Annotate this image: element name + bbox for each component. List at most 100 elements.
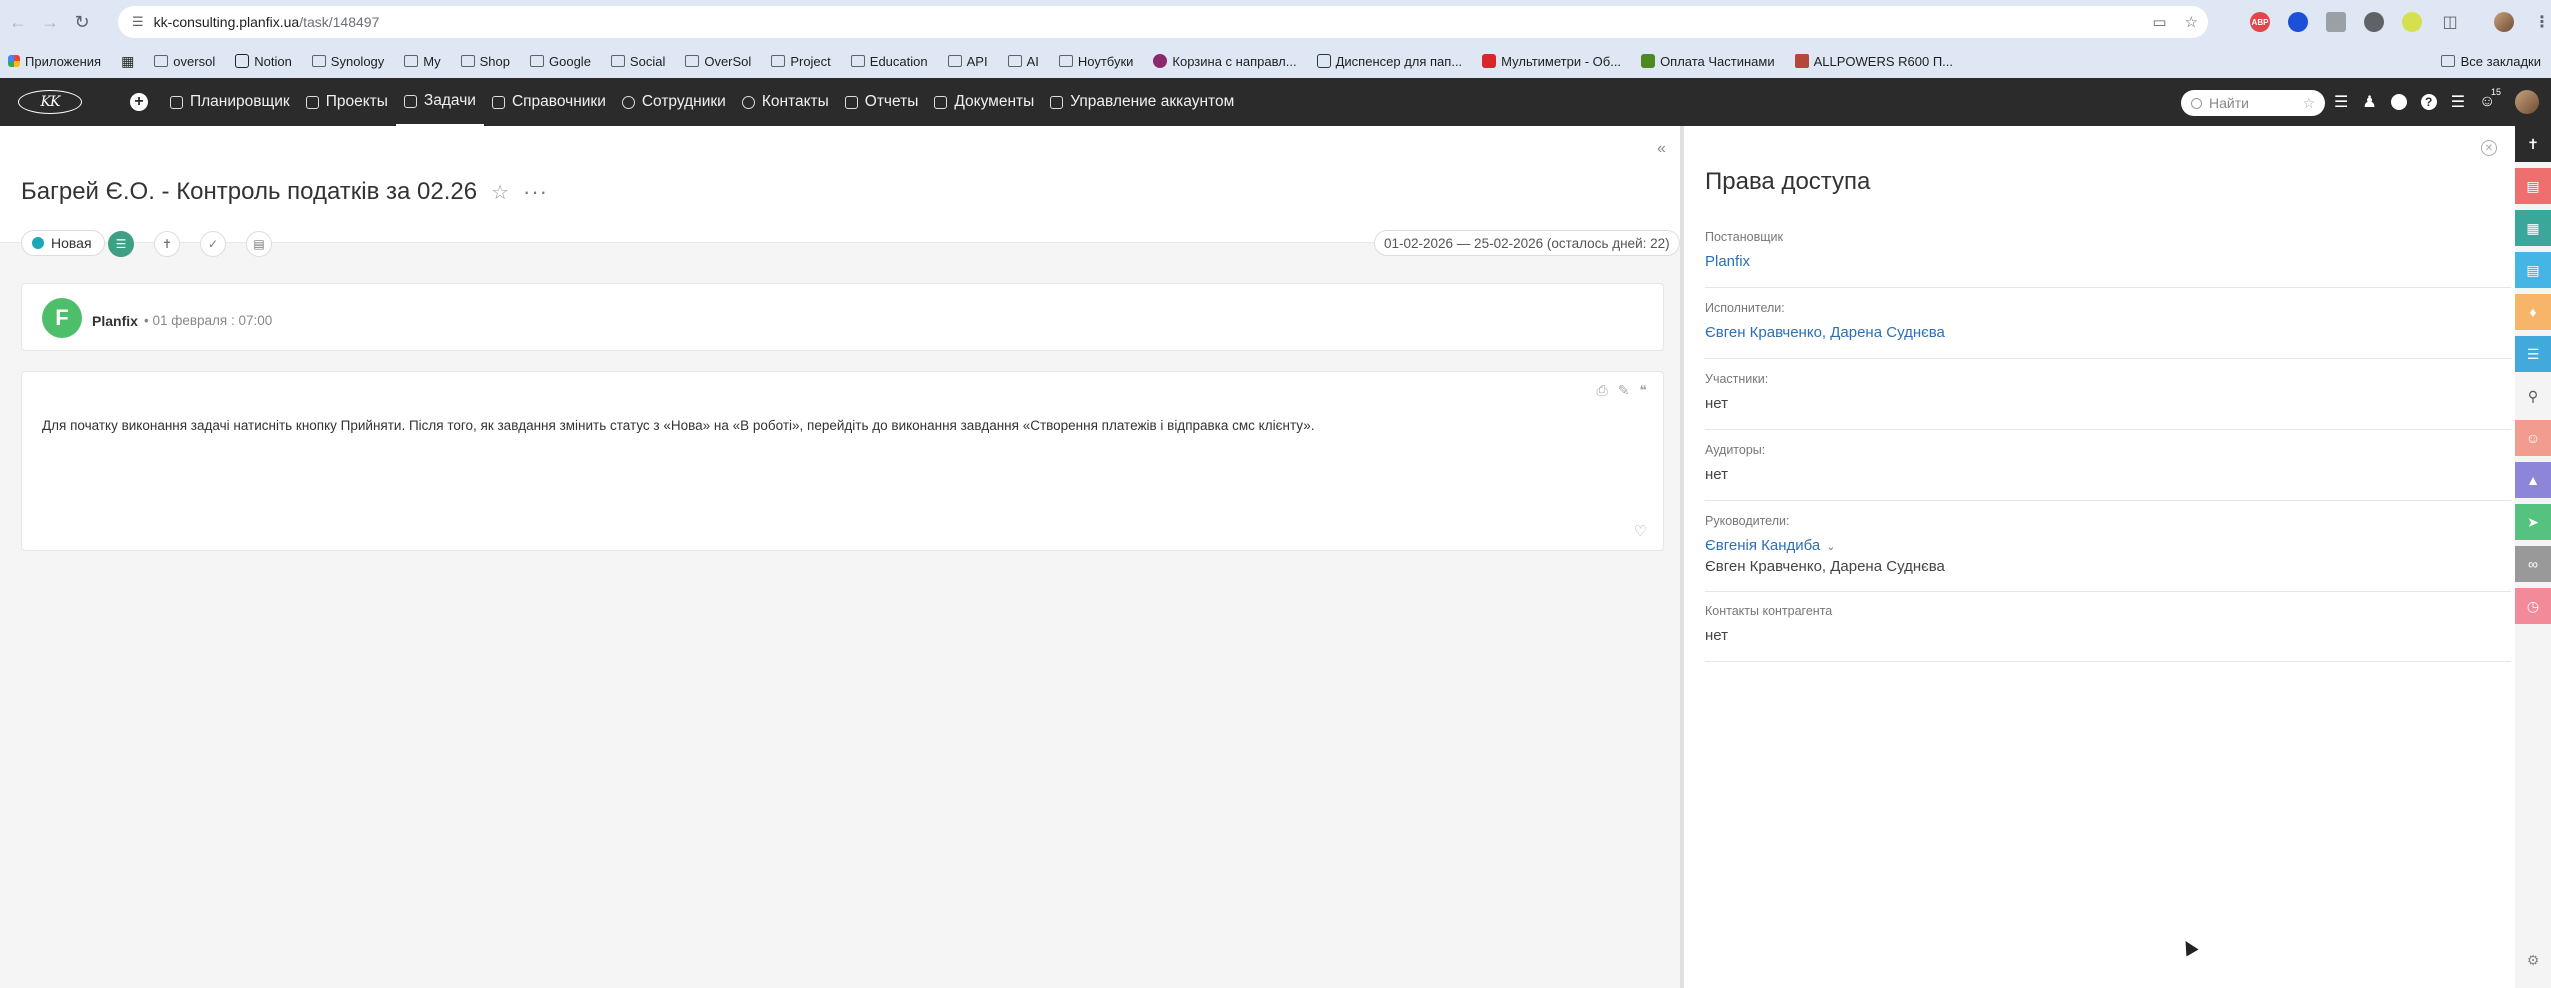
author-name[interactable]: Planfix [92,313,138,329]
checklist-icon[interactable]: ✓ [200,231,226,257]
bookmark-dispenser[interactable]: Диспенсер для пап... [1316,54,1462,69]
menu-account[interactable]: Управление аккаунтом [1042,78,1242,126]
person-walk-icon[interactable]: ♟ [2362,92,2376,112]
collapse-double-arrow-icon[interactable]: « [1657,140,1666,158]
bookmark-oversol-folder[interactable]: OverSol [685,54,751,69]
add-icon[interactable]: + [130,93,148,111]
user-avatar[interactable] [2515,90,2540,114]
site-info-icon[interactable]: ☰ [132,14,144,30]
field-label: Участники: [1705,372,1769,386]
more-options-icon[interactable]: ··· [523,179,548,205]
key-icon[interactable]: ⚲ [2515,378,2551,414]
bookmark-apps[interactable]: Приложения [8,54,101,69]
bookmark-shop[interactable]: Shop [460,54,510,69]
planfix-logo-icon: F [42,298,82,338]
bookmark-api[interactable]: API [947,54,988,69]
menu-tasks[interactable]: Задачи [395,78,484,126]
bookmark-synology[interactable]: Synology [311,54,384,69]
copy-icon[interactable]: ⎙ [1597,382,1608,399]
bookmark-education[interactable]: Education [850,54,928,69]
all-bookmarks[interactable]: Все закладки [2440,44,2541,78]
signpost-icon[interactable]: ✝ [2515,126,2551,162]
bookmark-oversol[interactable]: oversol [154,54,215,69]
bookmark-notebooks[interactable]: Ноутбуки [1058,54,1133,69]
menu-contacts[interactable]: Контакты [734,78,837,126]
bookmark-grid[interactable]: ▦ [121,53,134,70]
menu-reports[interactable]: Отчеты [837,78,927,126]
executors-links[interactable]: Євген Кравченко, Дарена Суднєва [1705,323,2511,343]
signpost-icon[interactable]: ✝ [154,231,180,257]
bookmark-ai[interactable]: AI [1007,54,1039,69]
main-menu: Планировщик Проекты Задачи Справочники С… [162,78,1242,126]
puzzle-icon[interactable]: ◫ [2440,12,2460,32]
bookmark-allpowers[interactable]: ALLPOWERS R600 П... [1794,54,1953,69]
install-app-icon[interactable]: ▭ [2152,13,2166,31]
send-icon[interactable]: ➤ [2515,504,2551,540]
status-badge[interactable]: Новая [21,230,105,256]
bookmark-multimeters[interactable]: Мультиметри - Об... [1482,54,1621,69]
folder-icon [610,55,625,67]
search-input[interactable]: Найти ☆ [2181,90,2325,116]
tasks-icon [403,94,417,108]
favorites-star-icon[interactable]: ☆ [2302,95,2315,112]
quote-icon[interactable]: ❝ [1639,382,1647,399]
menu-planner[interactable]: Планировщик [162,78,298,126]
messages-icon[interactable]: ▤ [2515,168,2551,204]
address-bar[interactable]: ☰ kk-consulting.planfix.ua/task/148497 ▭… [118,6,2208,38]
menu-directories[interactable]: Справочники [484,78,614,126]
bookmark-star-icon[interactable]: ☆ [2185,13,2198,31]
edit-pencil-icon[interactable]: ✎ [1618,382,1630,399]
field-executors: Исполнители: Євген Кравченко, Дарена Суд… [1705,301,2511,359]
menu-employees[interactable]: Сотрудники [614,78,734,126]
notifications-user-icon[interactable]: ☺ 15 [2479,87,2501,111]
task-dates[interactable]: 01-02-2026 — 25-02-2026 (осталось дней: … [1374,230,1680,256]
notification-count: 15 [2491,87,2502,97]
shield-icon[interactable] [2288,12,2308,32]
profile-avatar[interactable] [2494,12,2514,32]
chevron-down-icon[interactable]: ⌄ [1826,541,1835,553]
analytics-icon[interactable]: ▲ [2515,462,2551,498]
menu-documents[interactable]: Документы [926,78,1042,126]
hamburger-menu-icon[interactable]: ☰ [2334,92,2348,112]
extension-icon[interactable] [2326,12,2346,32]
bookmark-notion[interactable]: Notion [235,54,292,69]
bookmark-my[interactable]: My [404,54,441,69]
bookmark-installments[interactable]: Оплата Частинами [1641,54,1775,69]
top-right-icons: ☰ ♟ ? ☰ ☺ 15 [2334,78,2540,126]
favorite-star-icon[interactable]: ☆ [491,180,509,205]
adblock-icon[interactable]: ABP [2250,12,2270,32]
comment-icon[interactable]: ▤ [246,231,272,257]
reminder-bell-icon[interactable]: ♦ [2515,294,2551,330]
clock-icon[interactable]: ◷ [2515,588,2551,624]
planfix-circle-icon[interactable] [2390,94,2407,110]
participants-value: нет [1705,395,1728,412]
checklist-icon[interactable]: ☰ [2515,336,2551,372]
help-icon[interactable]: ? [2420,94,2437,110]
assigner-link[interactable]: Planfix [1705,252,2511,272]
company-logo[interactable]: KK [18,90,82,114]
contact-card-icon[interactable]: ☺ [2515,420,2551,456]
description-tab-icon[interactable]: ☰ [108,231,134,257]
like-heart-icon[interactable]: ♡ [1634,522,1647,540]
extensions-area: ABP ◫ ⋮ [2250,8,2551,36]
infinity-icon[interactable]: ∞ [2515,546,2551,582]
bookmark-cart[interactable]: Корзина с направл... [1153,54,1297,69]
back-arrow-icon[interactable]: ← [4,8,32,36]
ext-yellow-icon[interactable] [2402,12,2422,32]
gear-icon[interactable]: ⚙ [2515,942,2551,978]
translate-icon[interactable] [2364,12,2384,32]
reload-icon[interactable]: ↻ [68,8,96,36]
chrome-menu-icon[interactable]: ⋮ [2532,12,2551,32]
forward-arrow-icon[interactable]: → [36,8,64,36]
files-icon[interactable]: ▤ [2515,252,2551,288]
layers-icon[interactable]: ☰ [2451,92,2465,112]
manager-link[interactable]: Євгенія Кандиба ⌄ [1705,536,2511,557]
menu-projects[interactable]: Проекты [298,78,396,126]
subtasks-icon[interactable]: ▦ [2515,210,2551,246]
site-favicon-icon [1794,54,1809,68]
bookmark-social[interactable]: Social [610,54,665,69]
close-icon[interactable]: ✕ [2481,140,2497,156]
bookmark-google[interactable]: Google [530,54,591,69]
author-card: F Planfix • 01 февраля : 07:00 [21,283,1664,351]
bookmark-project[interactable]: Project [771,54,831,69]
